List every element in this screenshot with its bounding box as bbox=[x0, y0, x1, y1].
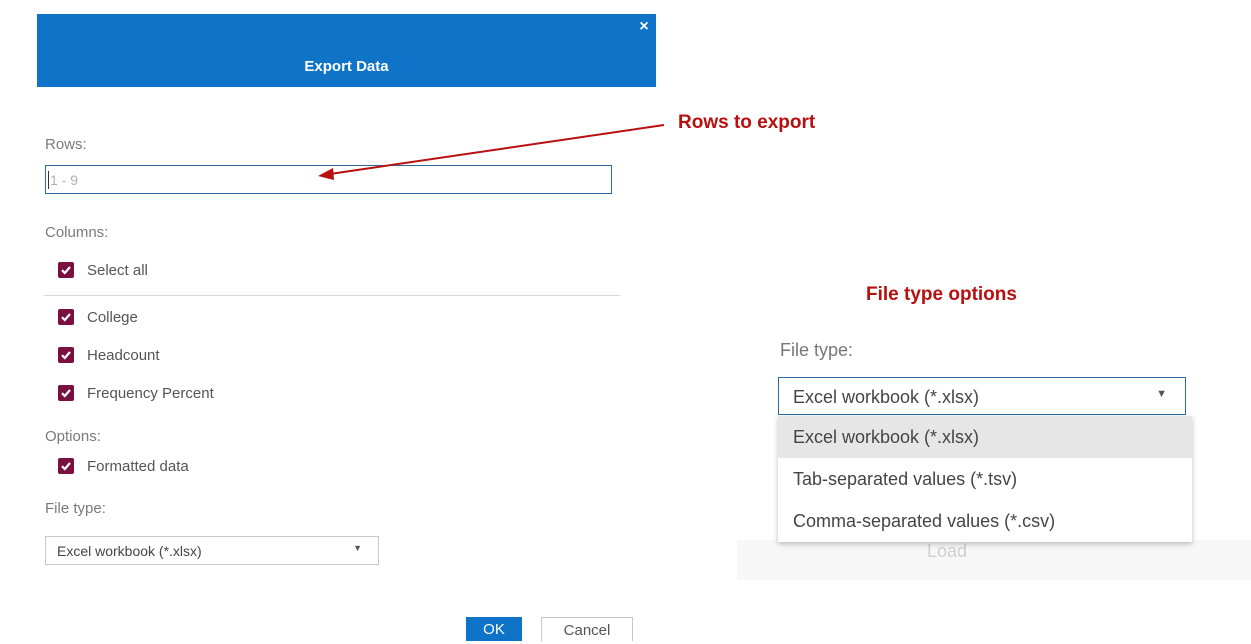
annotation-rows-to-export: Rows to export bbox=[678, 112, 816, 133]
annotation-file-type-options: File type options bbox=[866, 284, 1017, 305]
dropdown-option-csv[interactable]: Comma-separated values (*.csv) bbox=[778, 500, 1192, 542]
dropdown-option-tsv[interactable]: Tab-separated values (*.tsv) bbox=[778, 458, 1192, 500]
inset-file-type-label: File type: bbox=[780, 340, 854, 360]
inset-file-type-value: Excel workbook (*.xlsx) bbox=[793, 387, 980, 407]
inset-background bbox=[737, 540, 1251, 580]
obscured-load-text: Load bbox=[927, 541, 968, 561]
inset-file-type-select[interactable]: Excel workbook (*.xlsx) ▼ bbox=[778, 377, 1186, 415]
chevron-down-icon: ▼ bbox=[1156, 388, 1167, 400]
dropdown-option-xlsx[interactable]: Excel workbook (*.xlsx) bbox=[778, 416, 1192, 458]
file-type-dropdown-menu: Excel workbook (*.xlsx) Tab-separated va… bbox=[778, 416, 1192, 542]
